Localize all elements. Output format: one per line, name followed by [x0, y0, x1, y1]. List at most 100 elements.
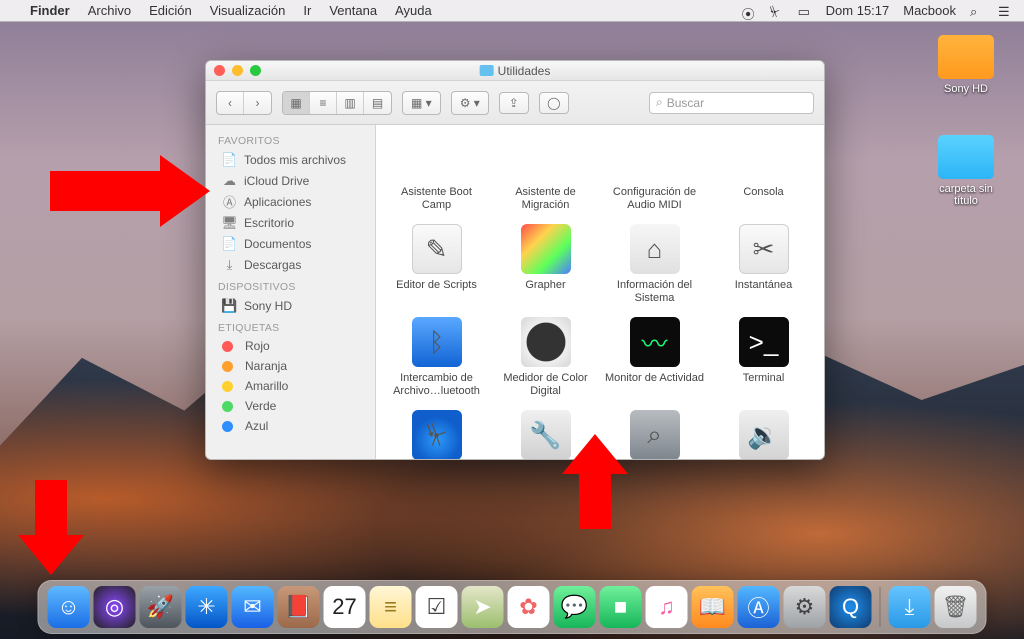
dock-preferences[interactable]: ⚙︎ [784, 586, 826, 628]
window-titlebar[interactable]: Utilidades [206, 61, 824, 81]
battery-icon[interactable]: ▭ [798, 4, 812, 18]
menu-visualizacion[interactable]: Visualización [210, 3, 286, 18]
view-gallery[interactable]: ▤ [364, 92, 391, 114]
record-icon[interactable]: ⦿ [742, 4, 756, 18]
action-menu[interactable]: ⚙︎ ▾ [451, 91, 489, 115]
dock-photos[interactable]: ✿ [508, 586, 550, 628]
menu-archivo[interactable]: Archivo [88, 3, 131, 18]
app-medidor-de-color-digital[interactable]: Medidor de Color Digital [491, 311, 600, 404]
app-instantánea[interactable]: ✂︎Instantánea [709, 218, 818, 311]
forward-button[interactable]: › [244, 92, 271, 114]
app-información-del-sistema[interactable]: ⌂Información del Sistema [600, 218, 709, 311]
app-label: Asistente de Migración [495, 186, 596, 212]
content-area[interactable]: Asistente Boot CampAsistente de Migració… [376, 125, 824, 459]
dock-facetime[interactable]: ■ [600, 586, 642, 628]
app-configuración-de-audio-midi[interactable]: Configuración de Audio MIDI [600, 125, 709, 218]
window-title: Utilidades [498, 64, 551, 78]
sidebar-item-icloud-drive[interactable]: ☁︎iCloud Drive [206, 170, 375, 191]
sidebar-header-tags: Etiquetas [206, 316, 375, 336]
sidebar-item-escritorio[interactable]: 🖥Escritorio [206, 212, 375, 233]
dock-calendar[interactable]: 27 [324, 586, 366, 628]
back-button[interactable]: ‹ [217, 92, 244, 114]
app-terminal[interactable]: >_Terminal [709, 311, 818, 404]
view-columns[interactable]: ▥ [337, 92, 364, 114]
sidebar-item-label: Naranja [245, 359, 287, 373]
app-monitor-de-actividad[interactable]: 〰︎Monitor de Actividad [600, 311, 709, 404]
sidebar-item-amarillo[interactable]: Amarillo [206, 376, 375, 396]
app-grapher[interactable]: Grapher [491, 218, 600, 311]
app-consola[interactable]: Consola [709, 125, 818, 218]
share-button[interactable]: ⇪ [499, 92, 529, 114]
wifi-icon[interactable]: ⏧ [770, 4, 784, 18]
close-button[interactable] [214, 65, 225, 76]
app-intercambio-de-archivo…luetooth[interactable]: ᛒIntercambio de Archivo…luetooth [382, 311, 491, 404]
app-label: Configuración de Audio MIDI [604, 186, 705, 212]
dock-trash[interactable]: 🗑 [935, 586, 977, 628]
sidebar-item-label: Azul [245, 419, 268, 433]
finder-window: Utilidades ‹ › ▦ ≡ ▥ ▤ ▦ ▾ ⚙︎ ▾ ⇪ ◯ ⌕ Bu… [205, 60, 825, 460]
dock-siri[interactable]: ◎ [94, 586, 136, 628]
menu-ventana[interactable]: Ventana [329, 3, 377, 18]
view-list[interactable]: ≡ [310, 92, 337, 114]
search-icon: ⌕ [656, 95, 663, 110]
menu-ir[interactable]: Ir [303, 3, 311, 18]
dock-maps[interactable]: ➤ [462, 586, 504, 628]
app-icon [739, 131, 789, 181]
app-icon: 🔧 [521, 410, 571, 459]
sidebar-item-verde[interactable]: Verde [206, 396, 375, 416]
app-label: Monitor de Actividad [605, 372, 704, 398]
sidebar-item-label: Descargas [244, 258, 301, 272]
sidebar-header-favorites: Favoritos [206, 129, 375, 149]
app-icon: >_ [739, 317, 789, 367]
arrange-menu[interactable]: ▦ ▾ [402, 91, 441, 115]
app-menu[interactable]: Finder [30, 3, 70, 18]
menubar-user[interactable]: Macbook [903, 3, 956, 18]
folder-icon [480, 65, 494, 76]
sidebar-item-naranja[interactable]: Naranja [206, 356, 375, 376]
zoom-button[interactable] [250, 65, 261, 76]
sidebar-item-sony-hd[interactable]: 💾Sony HD [206, 295, 375, 316]
dock-messages[interactable]: 💬 [554, 586, 596, 628]
minimize-button[interactable] [232, 65, 243, 76]
app-utilidad-voiceover[interactable]: 🔉Utilidad VoiceOver [709, 404, 818, 459]
sidebar-item-rojo[interactable]: Rojo [206, 336, 375, 356]
dock-notes[interactable]: ≡ [370, 586, 412, 628]
sidebar-item-documentos[interactable]: 📄Documentos [206, 233, 375, 254]
app-utilidad-de-discos[interactable]: ⌕Utilidad de Discos [600, 404, 709, 459]
app-utilidad-colorsync[interactable]: 🔧Utilidad ColorSync [491, 404, 600, 459]
dock-launchpad[interactable]: 🚀 [140, 586, 182, 628]
notification-center-icon[interactable]: ☰ [998, 4, 1012, 18]
spotlight-icon[interactable]: ⌕ [970, 4, 984, 18]
app-utilidad-airport[interactable]: ⏧Utilidad AirPort [382, 404, 491, 459]
app-icon [521, 131, 571, 181]
dock-downloads[interactable]: ⤓ [889, 586, 931, 628]
sidebar-item-label: iCloud Drive [244, 174, 309, 188]
menubar-date[interactable]: Dom 15:17 [826, 3, 890, 18]
menu-ayuda[interactable]: Ayuda [395, 3, 432, 18]
app-asistente-de-migración[interactable]: Asistente de Migración [491, 125, 600, 218]
dock-mail[interactable]: ✉︎ [232, 586, 274, 628]
sidebar-item-todos-mis-archivos[interactable]: 📄Todos mis archivos [206, 149, 375, 170]
dock-contacts[interactable]: 📕 [278, 586, 320, 628]
search-field[interactable]: ⌕ Buscar [649, 92, 814, 114]
dock-finder[interactable]: ☺︎ [48, 586, 90, 628]
tags-button[interactable]: ◯ [539, 92, 569, 114]
sidebar-item-descargas[interactable]: ⤓Descargas [206, 254, 375, 275]
sidebar-item-azul[interactable]: Azul [206, 416, 375, 436]
menu-edicion[interactable]: Edición [149, 3, 192, 18]
dock-ibooks[interactable]: 📖 [692, 586, 734, 628]
app-icon: ⌕ [630, 410, 680, 459]
dock-quicktime[interactable]: Q [830, 586, 872, 628]
app-editor-de-scripts[interactable]: ✎Editor de Scripts [382, 218, 491, 311]
desktop-hd-icon[interactable]: Sony HD [926, 35, 1006, 95]
app-asistente-boot-camp[interactable]: Asistente Boot Camp [382, 125, 491, 218]
app-icon: ✎ [412, 224, 462, 274]
view-icons[interactable]: ▦ [283, 92, 310, 114]
dock-safari[interactable]: ✳︎ [186, 586, 228, 628]
dock-reminders[interactable]: ☑︎ [416, 586, 458, 628]
dock-itunes[interactable]: ♫ [646, 586, 688, 628]
sidebar-item-aplicaciones[interactable]: ⒶAplicaciones [206, 191, 375, 212]
dock-appstore[interactable]: Ⓐ [738, 586, 780, 628]
desktop-folder-label: carpeta sin título [926, 183, 1006, 207]
desktop-folder-icon[interactable]: carpeta sin título [926, 135, 1006, 207]
